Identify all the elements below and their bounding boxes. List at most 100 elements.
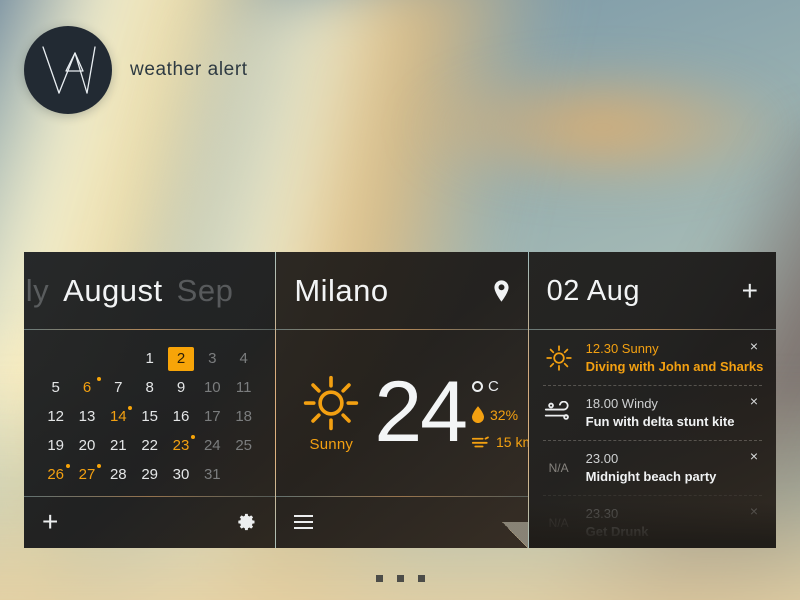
panel-divider-right: [527, 252, 529, 548]
event-title: Diving with John and Sharks: [585, 358, 764, 374]
event-item[interactable]: 18.00 Windy Fun with delta stunt kite ×: [542, 385, 763, 440]
page-fold-corner[interactable]: [501, 522, 528, 548]
calendar-day[interactable]: 17: [199, 405, 225, 429]
events-list[interactable]: 12.30 Sunny Diving with John and Sharks × 1…: [528, 330, 776, 548]
calendar-day[interactable]: 9: [168, 376, 194, 400]
temperature-value: 24: [374, 364, 468, 461]
event-dot-icon: [65, 463, 70, 468]
event-title: Fun with delta stunt kite: [585, 413, 735, 429]
event-time: 23.30: [585, 505, 619, 521]
calendar-day[interactable]: 19: [43, 434, 69, 458]
calendar-footer: +: [24, 496, 276, 548]
weather-panel: Milano Sunny 24 C 32% 15 k: [276, 252, 528, 548]
calendar-panel: uly August Sep 1234567891011121314151617…: [24, 252, 276, 548]
event-text: 23.30 Get Drunk: [586, 505, 735, 540]
sun-icon: [543, 344, 575, 372]
calendar-day[interactable]: 18: [231, 405, 257, 429]
humidity-value: 32%: [490, 406, 519, 423]
calendar-day[interactable]: 21: [105, 434, 131, 458]
event-time: 18.00 Windy: [585, 395, 658, 411]
month-prev[interactable]: uly: [24, 273, 49, 309]
temperature-unit-row: C: [472, 378, 528, 395]
close-icon[interactable]: ×: [746, 504, 762, 518]
calendar-day[interactable]: 2: [167, 346, 194, 371]
event-dot-icon: [128, 405, 133, 410]
plus-icon: +: [741, 275, 758, 306]
calendar-grid[interactable]: 1 2 3 4 5 6 7 8 9 10 11 12 13 14 15 16 17 18 19 20 21 22 23 24 2…: [40, 344, 259, 489]
calendar-day[interactable]: 5: [43, 376, 69, 400]
calendar-day[interactable]: 10: [199, 376, 225, 400]
event-title: Get Drunk: [585, 523, 649, 539]
weather-metrics: C 32% 15 k: [472, 378, 528, 450]
month-carousel[interactable]: uly August Sep: [24, 273, 233, 309]
gear-icon: [238, 513, 255, 531]
event-dot-icon: [96, 376, 101, 381]
calendar-day[interactable]: 27: [74, 463, 101, 487]
pagination-dot[interactable]: [396, 575, 404, 582]
city-name: Milano: [294, 273, 389, 308]
calendar-day[interactable]: 31: [199, 463, 225, 487]
pagination-dot[interactable]: [417, 575, 425, 582]
panel-board: uly August Sep 1234567891011121314151617…: [24, 252, 776, 548]
calendar-day[interactable]: 26: [43, 463, 70, 487]
calendar-day[interactable]: 29: [137, 463, 163, 487]
pagination-dots[interactable]: [0, 575, 800, 582]
w-monogram-logo-icon: [24, 26, 112, 114]
calendar-header: uly August Sep: [24, 252, 276, 330]
calendar-day[interactable]: 1: [137, 347, 163, 371]
weather-body: Sunny 24 C 32% 15 k: [276, 330, 528, 496]
event-text: 12.30 Sunny Diving with John and Sharks: [585, 340, 764, 375]
calendar-day[interactable]: 11: [231, 376, 257, 400]
brand-name: weather alert: [130, 59, 248, 80]
location-button[interactable]: [493, 280, 510, 302]
pagination-dot[interactable]: [375, 575, 383, 582]
calendar-day[interactable]: 24: [199, 434, 225, 458]
events-header: 02 Aug +: [528, 252, 776, 330]
sun-icon: [304, 375, 359, 430]
condition-label: Sunny: [309, 435, 354, 453]
add-event-button[interactable]: +: [42, 508, 58, 536]
calendar-day[interactable]: 8: [137, 376, 163, 400]
calendar-day[interactable]: 16: [168, 405, 194, 429]
calendar-day[interactable]: 22: [137, 434, 163, 458]
month-current[interactable]: August: [63, 273, 163, 309]
calendar-day[interactable]: 4: [231, 347, 257, 371]
calendar-day[interactable]: 20: [74, 434, 100, 458]
month-next[interactable]: Sep: [177, 273, 234, 309]
event-item[interactable]: N/A 23.30 Get Drunk ×: [542, 495, 763, 548]
event-title: Midnight beach party: [585, 468, 717, 484]
weather-footer: [276, 496, 528, 548]
na-icon: N/A: [548, 460, 569, 475]
unit-label: C: [488, 378, 499, 395]
event-dot-icon: [190, 434, 195, 439]
droplet-icon: [472, 406, 484, 423]
calendar-day[interactable]: 13: [74, 405, 100, 429]
calendar-day[interactable]: 28: [105, 463, 131, 487]
menu-button[interactable]: [294, 515, 314, 529]
event-dot-icon: [96, 463, 101, 468]
calendar-day[interactable]: 23: [168, 434, 195, 458]
calendar-day[interactable]: 25: [231, 434, 257, 458]
close-icon[interactable]: ×: [746, 394, 762, 408]
close-icon[interactable]: ×: [746, 339, 762, 353]
events-date: 02 Aug: [546, 274, 640, 307]
calendar-day[interactable]: 15: [137, 405, 163, 429]
na-icon: N/A: [548, 515, 569, 530]
event-item[interactable]: N/A 23.00 Midnight beach party ×: [542, 440, 763, 495]
add-event-button-right[interactable]: +: [742, 277, 758, 305]
settings-button[interactable]: [237, 512, 257, 532]
humidity-row: 32%: [472, 406, 528, 423]
wind-icon: [472, 436, 489, 448]
event-time: 12.30 Sunny: [585, 340, 659, 356]
calendar-day[interactable]: 14: [105, 405, 133, 429]
calendar-day[interactable]: 7: [105, 376, 131, 400]
event-time: 23.00: [585, 450, 619, 466]
calendar-day[interactable]: 12: [43, 405, 69, 429]
calendar-day[interactable]: 6: [74, 376, 101, 400]
weather-header: Milano: [276, 252, 528, 330]
event-item[interactable]: 12.30 Sunny Diving with John and Sharks ×: [543, 330, 764, 385]
close-icon[interactable]: ×: [746, 449, 762, 463]
events-panel: 02 Aug + 12.30 Sunny Diving with John and…: [528, 252, 776, 548]
calendar-day[interactable]: 3: [199, 347, 225, 371]
calendar-day[interactable]: 30: [168, 463, 194, 487]
